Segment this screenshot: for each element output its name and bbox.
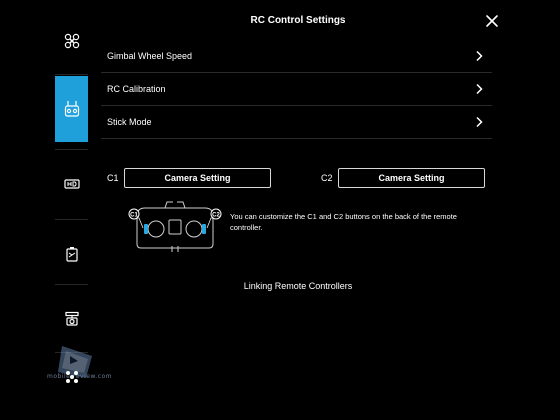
rc-diagram: C1 C2 [125, 200, 225, 252]
menu-item-label: RC Calibration [107, 84, 166, 94]
general-settings-icon [64, 371, 80, 389]
custom-buttons-info: You can customize the C1 and C2 buttons … [230, 212, 457, 232]
menu-item-rc-calibration[interactable]: RC Calibration [101, 73, 492, 106]
drone-icon [64, 33, 80, 49]
gimbal-icon [64, 311, 80, 327]
diagram-c2-label: C2 [212, 213, 220, 219]
linking-remote-controllers-link[interactable]: Linking Remote Controllers [88, 281, 508, 291]
chevron-right-icon [474, 116, 484, 128]
page-title: RC Control Settings [250, 15, 346, 26]
sidebar-item-aircraft[interactable] [55, 8, 88, 74]
battery-icon [65, 246, 79, 262]
menu-item-label: Stick Mode [107, 117, 152, 127]
sidebar-item-remote-controller[interactable] [55, 76, 88, 142]
chevron-right-icon [474, 83, 484, 95]
menu-item-gimbal-wheel-speed[interactable]: Gimbal Wheel Speed [101, 40, 492, 73]
chevron-right-icon [474, 50, 484, 62]
close-button[interactable] [484, 13, 500, 29]
sidebar-item-battery[interactable] [55, 221, 88, 287]
c1-label: C1 [107, 173, 119, 183]
menu-item-label: Gimbal Wheel Speed [107, 51, 193, 61]
remote-controller-icon [64, 100, 80, 118]
c2-label: C2 [321, 173, 333, 183]
diagram-c1-label: C1 [130, 213, 138, 219]
sidebar-item-general[interactable] [64, 369, 80, 385]
c1-camera-setting-button[interactable]: Camera Setting [124, 168, 271, 188]
c2-camera-setting-button[interactable]: Camera Setting [338, 168, 485, 188]
hd-transmission-icon [63, 178, 80, 190]
close-icon [484, 15, 500, 33]
sidebar-item-hd-transmission[interactable] [55, 151, 88, 217]
menu-item-stick-mode[interactable]: Stick Mode [101, 106, 492, 139]
